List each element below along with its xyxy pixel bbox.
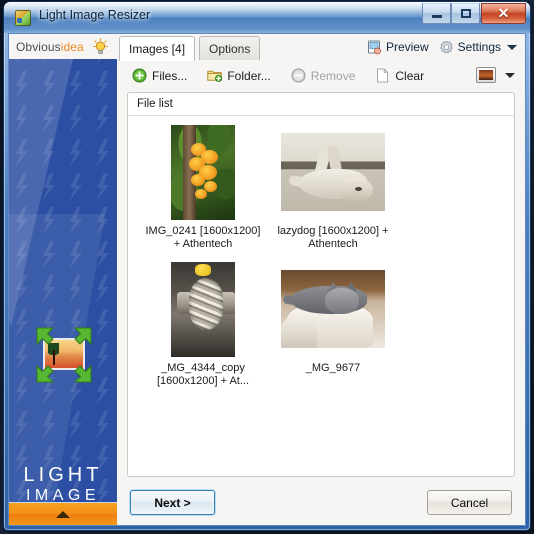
thumbnail-image-wrap [274, 261, 392, 357]
preview-button[interactable]: Preview [367, 40, 429, 55]
branding-sidebar: Obviousidea LIGHT IMAGE [9, 34, 117, 525]
remove-label: Remove [310, 68, 356, 83]
thumbnail-image-rope [171, 261, 235, 357]
file-list-panel: File list IMG_0241 [1600x1200] + Athente… [127, 92, 515, 477]
lightbulb-icon [93, 38, 108, 54]
chevron-up-icon [56, 510, 70, 518]
resize-arrows-photo-icon [35, 326, 93, 384]
add-folder-icon [207, 68, 223, 83]
thumbnail-image-cat [281, 270, 385, 348]
preview-icon [367, 40, 382, 55]
application-window: Light Image Resizer ✕ Obviousidea LIGHT … [4, 2, 530, 530]
title-bar[interactable]: Light Image Resizer ✕ [4, 2, 530, 33]
desktop-background: Light Image Resizer ✕ Obviousidea LIGHT … [0, 0, 534, 534]
maximize-icon [452, 4, 479, 23]
product-wordmark-line1: LIGHT [23, 464, 103, 486]
add-files-label: Files... [152, 68, 188, 83]
toolbar: Files... Folder... Remove Clear [117, 59, 525, 92]
list-item[interactable]: lazydog [1600x1200] + Athentech [274, 124, 392, 251]
list-item[interactable]: _MG_9677 [274, 261, 392, 388]
thumbnail-image-dog [281, 133, 385, 211]
tab-images-label: Images [4] [129, 42, 186, 56]
close-button[interactable]: ✕ [481, 3, 526, 24]
list-item-caption: lazydog [1600x1200] + Athentech [277, 225, 389, 250]
header-actions: Preview Settings [367, 37, 517, 57]
thumbnail-image-wrap [144, 261, 262, 357]
settings-button[interactable]: Settings [439, 40, 517, 55]
cancel-button[interactable]: Cancel [427, 490, 512, 515]
thumbnail-image-wrap [144, 124, 262, 220]
add-circle-icon [132, 68, 147, 83]
blank-page-icon [375, 68, 390, 83]
add-folder-label: Folder... [227, 68, 271, 83]
remove-button: Remove [288, 66, 359, 85]
thumbnail-image-wrap [274, 124, 392, 220]
minimize-icon [423, 4, 450, 23]
main-pane: Images [4] Options Preview Settings File… [117, 34, 525, 525]
list-item-caption: IMG_0241 [1600x1200] + Athentech [145, 225, 261, 250]
cancel-button-label: Cancel [450, 495, 489, 510]
tab-images[interactable]: Images [4] [119, 36, 196, 61]
tab-options-label: Options [209, 41, 251, 56]
logo-arrows [36, 327, 92, 383]
clear-button[interactable]: Clear [372, 66, 427, 85]
window-title: Light Image Resizer [39, 8, 151, 22]
file-list-header: File list [128, 93, 514, 116]
tab-strip: Images [4] Options Preview Settings [117, 34, 525, 61]
add-folder-button[interactable]: Folder... [204, 66, 273, 85]
preview-label: Preview [385, 40, 429, 54]
sidebar-collapse-button[interactable] [9, 502, 117, 525]
close-icon: ✕ [497, 5, 510, 21]
clear-label: Clear [395, 68, 425, 83]
list-item[interactable]: _MG_4344_copy [1600x1200] + At... [144, 261, 262, 388]
thumbnail-view-icon[interactable] [476, 67, 496, 83]
tab-options[interactable]: Options [199, 36, 261, 60]
remove-circle-icon [291, 68, 306, 83]
obviousidea-logo-part1: Obvious [16, 39, 61, 54]
app-image-icon [15, 10, 31, 26]
client-area: Obviousidea LIGHT IMAGE Images [4] Optio… [8, 33, 526, 526]
thumbnail-grid: IMG_0241 [1600x1200] + Athentech lazydog… [128, 116, 514, 476]
list-item-caption: _MG_9677 [305, 362, 361, 374]
list-item[interactable]: IMG_0241 [1600x1200] + Athentech [144, 124, 262, 251]
obviousidea-logo-part2: idea [60, 39, 84, 54]
toolbar-right-group [476, 67, 515, 83]
obviousidea-logo[interactable]: Obviousidea [9, 34, 117, 59]
list-item-caption: _MG_4344_copy [1600x1200] + At... [156, 362, 250, 387]
maximize-button[interactable] [451, 3, 480, 24]
chevron-down-icon[interactable] [507, 44, 517, 50]
obviousidea-logo-text: Obviousidea [16, 40, 84, 54]
chevron-down-icon[interactable] [505, 72, 515, 78]
add-files-button[interactable]: Files... [129, 66, 190, 85]
settings-label: Settings [457, 40, 501, 54]
gear-icon [439, 40, 454, 55]
thumbnail-image-flowers [171, 124, 235, 220]
minimize-button[interactable] [422, 3, 451, 24]
next-button-label: Next > [154, 495, 191, 510]
next-button[interactable]: Next > [130, 490, 215, 515]
